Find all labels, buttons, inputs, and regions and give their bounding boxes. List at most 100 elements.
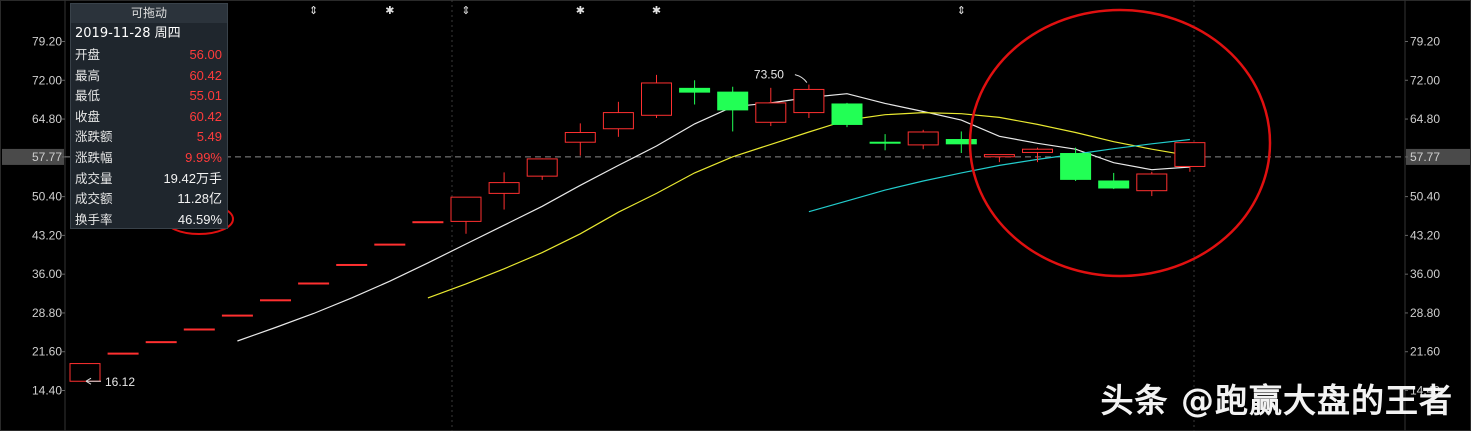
info-row-label: 换手率: [75, 211, 113, 227]
moving-averages: [237, 93, 1191, 342]
info-row-label: 最低: [75, 88, 101, 104]
candle: [526, 158, 558, 180]
candle-body: [412, 221, 444, 224]
candle-body: [564, 132, 596, 143]
candle-body: [602, 112, 634, 130]
candle: [336, 263, 368, 266]
candle-body: [717, 91, 749, 111]
info-row: 涨跌额 5.49: [71, 127, 227, 148]
info-row-value: 60.42: [189, 67, 222, 83]
high-arrow: [794, 74, 808, 83]
y-tick-left: 43.20: [32, 228, 62, 242]
candle-body: [831, 103, 863, 125]
candle: [717, 86, 749, 132]
info-row-value: 5.49: [196, 129, 222, 145]
event-marker: ✱: [385, 4, 394, 17]
candle-body: [1174, 142, 1206, 167]
candle: [412, 221, 444, 224]
info-row-label: 成交量: [75, 170, 113, 186]
candle: [945, 131, 977, 153]
candle: [221, 314, 253, 317]
candle-body: [1136, 173, 1168, 192]
candle: [679, 80, 711, 105]
candle: [69, 363, 101, 382]
highlight-annotations: [164, 8, 1272, 278]
ma-cyan-line: [808, 138, 1190, 213]
candle-body: [374, 243, 406, 246]
candle-body: [221, 314, 253, 317]
candle: [374, 243, 406, 246]
info-row: 开盘 56.00: [71, 45, 227, 66]
candle: [488, 172, 520, 210]
candle: [983, 154, 1015, 163]
candle: [260, 299, 291, 302]
info-row: 收盘 60.42: [71, 107, 227, 128]
y-tick-right: 64.80: [1410, 112, 1440, 126]
candle: [907, 129, 939, 150]
candle: [1022, 147, 1053, 163]
y-tick-right: 57.77: [1410, 150, 1440, 164]
info-row-label: 开盘: [75, 47, 101, 62]
candle-body: [983, 154, 1015, 158]
candle-body: [945, 139, 977, 145]
candle-body: [869, 141, 901, 144]
candle-body: [641, 82, 672, 116]
info-row-value: 60.42: [189, 108, 222, 124]
candle-body: [488, 182, 520, 194]
candle: [602, 101, 634, 137]
info-row-label: 成交额: [75, 191, 113, 207]
y-tick-left: 64.80: [32, 112, 62, 126]
candle: [869, 134, 901, 151]
info-panel-rows: 开盘 56.00 最高 60.42 最低 55.01 收盘 60.42 涨跌额 5.49 涨跌幅 9.…: [71, 45, 227, 230]
info-panel-title[interactable]: 可拖动: [71, 4, 227, 23]
y-tick-right: 43.20: [1410, 228, 1440, 242]
ma-white-line: [237, 93, 1190, 342]
event-marker: ✱: [576, 4, 585, 17]
y-tick-right: 72.00: [1410, 73, 1440, 87]
info-row-label: 收盘: [75, 108, 101, 124]
y-tick-left: 14.40: [32, 384, 62, 398]
candle-body: [755, 102, 787, 123]
y-tick-left: 72.00: [32, 73, 62, 87]
info-row: 最低 55.01: [71, 86, 227, 107]
candle: [755, 87, 787, 127]
candle-body: [183, 328, 215, 331]
info-row-label: 最高: [75, 67, 101, 83]
info-row-value: 46.59%: [177, 211, 222, 227]
y-tick-left: 21.60: [32, 345, 62, 359]
watermark: 头条 @跑赢大盘的王者: [1100, 381, 1453, 420]
y-tick-right: 50.40: [1410, 190, 1440, 204]
high-label: 73.50: [754, 68, 784, 82]
y-tick-left: 36.00: [32, 267, 62, 281]
y-tick-left: 28.80: [32, 306, 62, 320]
candle-body: [145, 341, 177, 344]
y-tick-left: 79.20: [32, 35, 62, 49]
info-row-value: 11.28亿: [177, 191, 222, 207]
candle-body: [69, 363, 101, 382]
candle: [298, 282, 330, 285]
candle-body: [450, 196, 482, 222]
candle-body: [260, 299, 291, 302]
candle: [450, 196, 482, 234]
info-panel[interactable]: 可拖动 2019-11-28 周四 开盘 56.00 最高 60.42 最低 55.01 收…: [70, 3, 228, 229]
info-row: 成交量 19.42万手: [71, 169, 227, 190]
candle-body: [793, 88, 825, 114]
info-row-value: 55.01: [189, 88, 222, 104]
y-tick-right: 28.80: [1410, 306, 1440, 320]
candle: [107, 352, 139, 355]
event-marker: ⇕: [957, 4, 966, 17]
candle: [564, 123, 596, 156]
info-row-value: 56.00: [189, 47, 222, 62]
info-row: 换手率 46.59%: [71, 210, 227, 231]
info-panel-date: 2019-11-28 周四: [75, 26, 181, 41]
event-markers: ⇕ ✱ ⇕ ✱ ✱ ⇕: [309, 4, 966, 17]
y-tick-right: 79.20: [1410, 35, 1440, 49]
candle-body: [1022, 148, 1053, 153]
low-label: 16.12: [105, 375, 135, 389]
candle-body: [1060, 153, 1092, 180]
y-tick-left: 57.77: [32, 150, 62, 164]
candle: [1098, 172, 1130, 190]
candle: [793, 84, 825, 118]
info-row-value: 19.42万手: [163, 170, 222, 186]
candle: [1136, 171, 1168, 197]
